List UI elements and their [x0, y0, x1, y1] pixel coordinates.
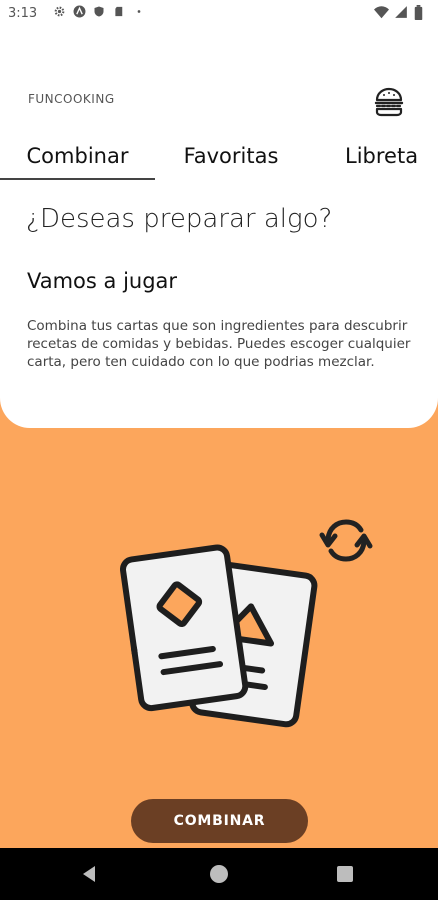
shield-icon	[92, 5, 106, 21]
home-icon[interactable]	[210, 865, 228, 883]
signal-icon	[394, 5, 408, 21]
status-icons-right	[374, 5, 428, 21]
tab-combinar[interactable]: Combinar	[0, 140, 155, 182]
vpn-icon	[72, 5, 86, 21]
settings-icon	[52, 5, 66, 21]
section-subtitle: Vamos a jugar	[27, 269, 178, 293]
back-icon[interactable]	[80, 864, 100, 884]
description-text: Combina tus cartas que son ingredientes …	[27, 318, 411, 370]
wifi-icon	[374, 5, 389, 21]
tab-favoritas[interactable]: Favoritas	[155, 140, 307, 182]
status-icons-left	[52, 5, 146, 21]
cards-icon	[120, 530, 320, 740]
sd-card-icon	[112, 5, 126, 21]
tab-bar: Combinar Favoritas Libreta	[0, 140, 438, 182]
page-question: ¿Deseas preparar algo?	[26, 204, 333, 234]
status-bar: 3:13	[0, 0, 438, 30]
dot-icon	[132, 5, 146, 21]
system-nav-bar	[0, 848, 438, 900]
tab-libreta[interactable]: Libreta	[307, 140, 438, 182]
battery-icon	[414, 5, 428, 21]
tab-indicator	[0, 178, 155, 180]
combinar-button[interactable]: COMBINAR	[131, 799, 308, 843]
burger-icon[interactable]	[373, 86, 405, 118]
recents-icon[interactable]	[337, 866, 353, 882]
app-brand: FUNCOOKING	[28, 92, 115, 106]
status-time: 3:13	[8, 6, 38, 21]
refresh-icon	[314, 515, 378, 567]
